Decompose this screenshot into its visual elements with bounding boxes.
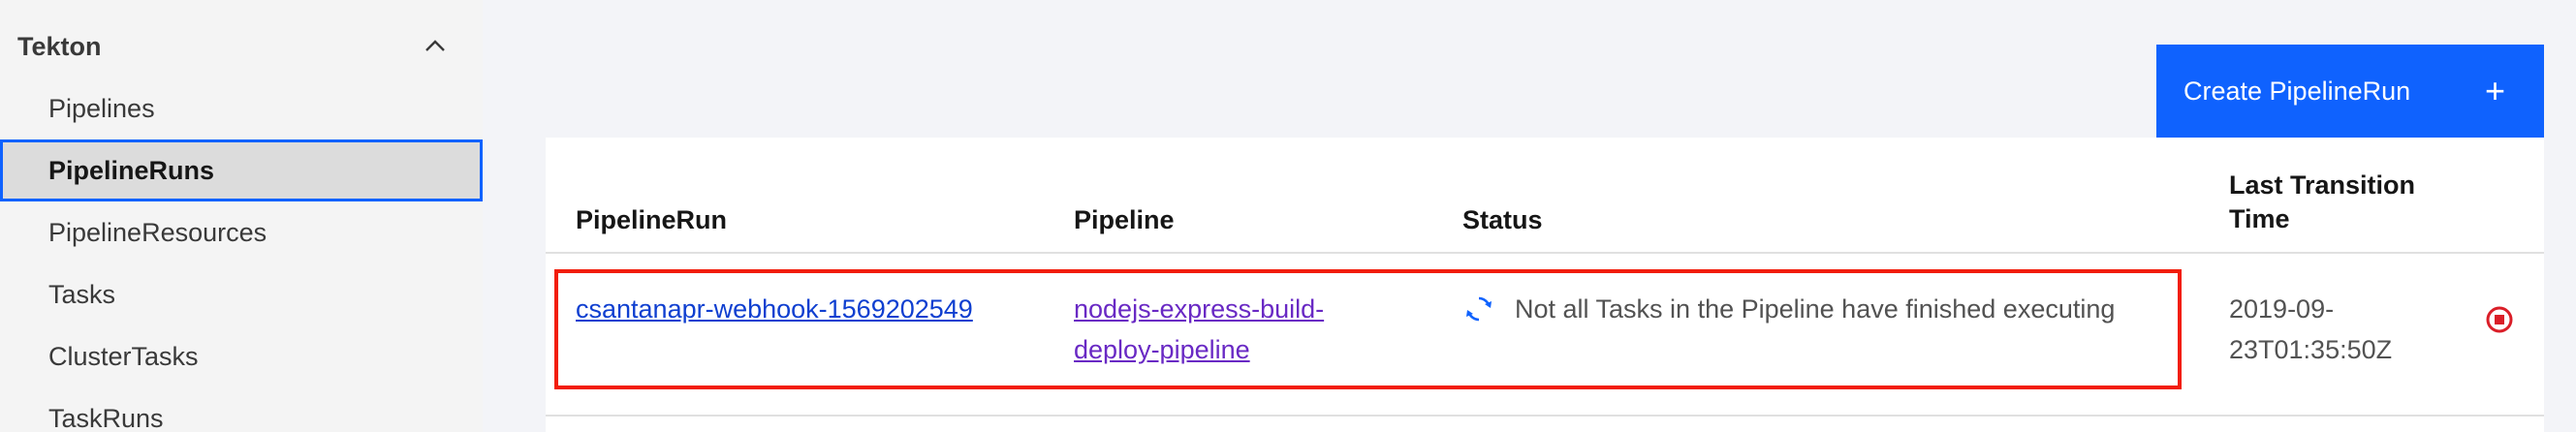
- stop-icon[interactable]: [2486, 306, 2513, 333]
- status-text: Not all Tasks in the Pipeline have finis…: [1515, 294, 2116, 324]
- cell-status: Not all Tasks in the Pipeline have finis…: [1462, 289, 2218, 329]
- table-header: PipelineRun Pipeline Status Last Transit…: [546, 138, 2544, 254]
- column-header-last-transition-time: Last Transition Time: [2229, 170, 2416, 233]
- create-button-label: Create PipelineRun: [2183, 76, 2411, 106]
- sidebar-item-label: Pipelines: [48, 93, 155, 123]
- cell-pipeline: nodejs-express-build-deploy-pipeline: [1074, 289, 1394, 370]
- sidebar-item-label: Tasks: [48, 279, 116, 309]
- sidebar-item-label: PipelineRuns: [48, 155, 215, 185]
- column-header-pipeline: Pipeline: [1074, 205, 1175, 234]
- sidebar-item-tasks[interactable]: Tasks: [0, 263, 483, 325]
- sidebar-item-label: PipelineResources: [48, 217, 267, 247]
- table-row: csantanapr-webhook-1569202549 nodejs-exp…: [546, 256, 2544, 417]
- sidebar-section-title: Tekton: [17, 31, 102, 61]
- sidebar-item-pipelineruns[interactable]: PipelineRuns: [0, 139, 483, 201]
- cell-pipelinerun: csantanapr-webhook-1569202549: [576, 289, 1021, 329]
- sidebar-section-header[interactable]: Tekton: [0, 19, 483, 74]
- pipelineruns-table: PipelineRun Pipeline Status Last Transit…: [546, 138, 2544, 432]
- chevron-up-icon[interactable]: [423, 34, 448, 59]
- sidebar-item-taskruns[interactable]: TaskRuns: [0, 387, 483, 432]
- main-content: Create PipelineRun + PipelineRun Pipelin…: [483, 0, 2576, 432]
- sidebar: Tekton Pipelines PipelineRuns PipelineRe…: [0, 0, 483, 432]
- sidebar-item-clustertasks[interactable]: ClusterTasks: [0, 325, 483, 387]
- sidebar-item-label: ClusterTasks: [48, 341, 199, 371]
- cell-last-transition-time: 2019-09-23T01:35:50Z: [2229, 294, 2393, 364]
- sidebar-item-pipelineresources[interactable]: PipelineResources: [0, 201, 483, 263]
- column-header-pipelinerun: PipelineRun: [576, 205, 728, 234]
- sidebar-item-pipelines[interactable]: Pipelines: [0, 77, 483, 139]
- create-pipelinerun-button[interactable]: Create PipelineRun +: [2156, 45, 2544, 138]
- pipelinerun-link[interactable]: csantanapr-webhook-1569202549: [576, 294, 973, 324]
- pipeline-link[interactable]: nodejs-express-build-deploy-pipeline: [1074, 294, 1324, 364]
- sidebar-item-label: TaskRuns: [48, 403, 164, 432]
- plus-icon: +: [2484, 71, 2505, 110]
- sync-icon: [1462, 289, 1495, 329]
- sidebar-nav: Pipelines PipelineRuns PipelineResources…: [0, 77, 483, 432]
- column-header-status: Status: [1462, 205, 1543, 234]
- app-root: Tekton Pipelines PipelineRuns PipelineRe…: [0, 0, 2576, 432]
